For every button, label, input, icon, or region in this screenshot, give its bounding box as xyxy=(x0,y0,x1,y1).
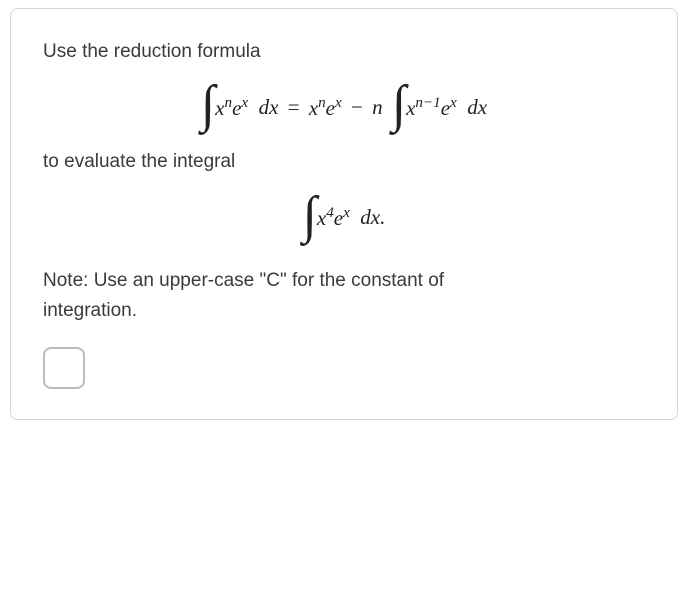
answer-input[interactable] xyxy=(43,347,85,389)
reduction-formula: ∫xnex dx = xnex − n ∫xn−1ex dx xyxy=(43,73,645,141)
question-card: Use the reduction formula ∫xnex dx = xne… xyxy=(10,8,678,420)
note-line-2: integration. xyxy=(43,296,645,326)
note-line-1: Note: Use an upper-case "C" for the cons… xyxy=(43,266,645,296)
intro-text: Use the reduction formula xyxy=(43,37,645,67)
mid-text: to evaluate the integral xyxy=(43,147,645,177)
target-integral: ∫x4ex dx. xyxy=(43,184,645,252)
